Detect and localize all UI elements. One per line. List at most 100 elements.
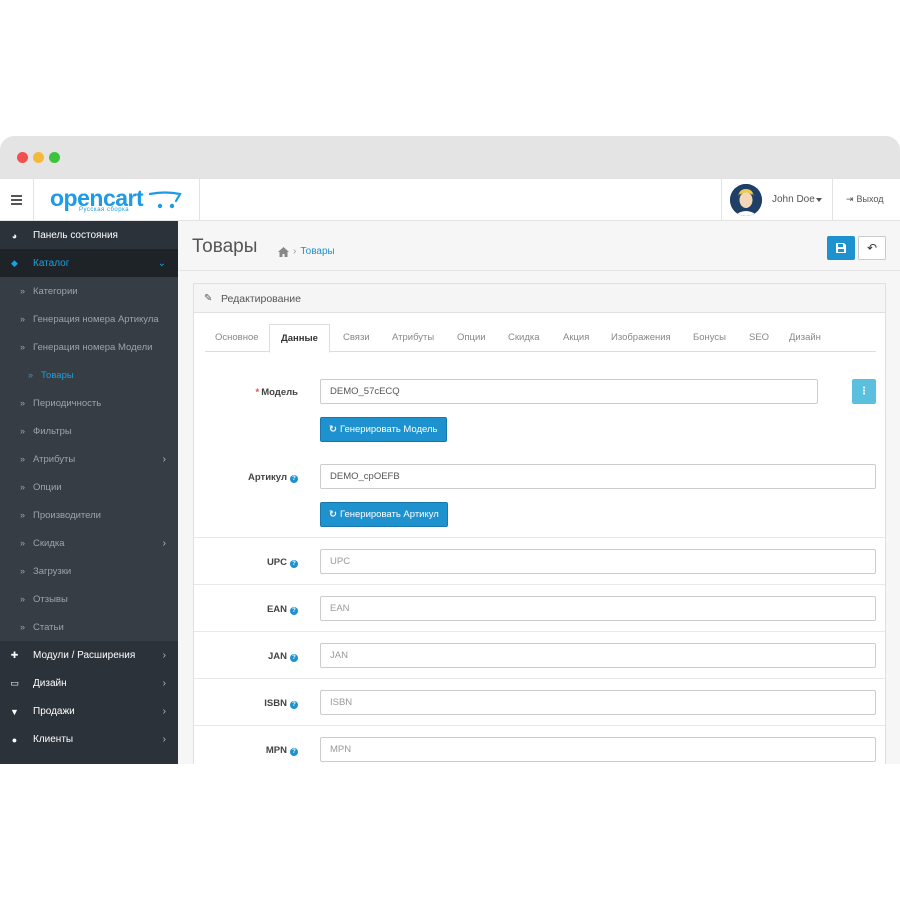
tab-general[interactable]: Основное	[215, 324, 259, 352]
tab-links[interactable]: Связи	[343, 324, 370, 352]
help-icon[interactable]: ?	[290, 701, 298, 709]
save-button[interactable]	[827, 236, 855, 260]
divider	[194, 631, 885, 632]
hamburger-icon	[11, 199, 22, 201]
sidebar-item-categories[interactable]: » Категории	[0, 277, 178, 305]
jan-input[interactable]: JAN	[320, 643, 876, 668]
close-window-button[interactable]	[17, 152, 28, 163]
minimize-window-button[interactable]	[33, 152, 44, 163]
tab-attributes[interactable]: Атрибуты	[392, 324, 434, 352]
sidebar-item-articles[interactable]: » Статьи	[0, 613, 178, 641]
generate-model-button[interactable]: ↻ Генерировать Модель	[320, 417, 447, 442]
model-label-text: Модель	[261, 387, 298, 398]
breadcrumb-separator: ›	[293, 246, 297, 257]
isbn-input[interactable]: ISBN	[320, 690, 876, 715]
user-name: John Doe	[772, 194, 815, 205]
user-icon: ●	[11, 734, 18, 745]
logo-subtitle: Русская сборка	[79, 207, 130, 213]
chevron-right-icon: »	[20, 398, 26, 408]
sidebar-item-design[interactable]: ▭ Дизайн ›	[0, 669, 178, 697]
chevron-down-icon: ⌄	[157, 258, 166, 269]
ean-input[interactable]: EAN	[320, 596, 876, 621]
sidebar-item-dashboard[interactable]: ◕ Панель состояния	[0, 221, 178, 249]
divider	[194, 584, 885, 585]
panel-title: Редактирование	[221, 293, 301, 305]
upc-input[interactable]: UPC	[320, 549, 876, 574]
page-header: Товары › Товары ↶	[178, 221, 900, 271]
info-button[interactable]: ⋮	[852, 379, 876, 404]
panel-heading: ✎ Редактирование	[194, 284, 885, 313]
sidebar-item-label: Модули / Расширения	[33, 649, 136, 661]
sku-input[interactable]: DEMO_cpOEFB	[320, 464, 876, 489]
sidebar-item-products[interactable]: » Товары	[0, 361, 178, 389]
tab-images[interactable]: Изображения	[611, 324, 671, 352]
user-menu[interactable]: John Doe	[721, 179, 833, 221]
page-title: Товары	[192, 236, 258, 257]
logo[interactable]: opencart Русская сборка	[34, 179, 200, 221]
sidebar-item-sku-generation[interactable]: » Генерация номера Артикула	[0, 305, 178, 333]
required-marker: *	[255, 387, 260, 398]
upc-label: UPC?	[267, 557, 298, 568]
tab-special[interactable]: Акция	[563, 324, 589, 352]
monitor-icon: ▭	[10, 678, 19, 688]
logout-link[interactable]: ⇥ Выход	[846, 194, 883, 205]
sidebar-item-extensions[interactable]: ✚ Модули / Расширения ›	[0, 641, 178, 669]
sidebar-item-recurring[interactable]: » Периодичность	[0, 389, 178, 417]
sidebar-item-label: Скидка	[33, 537, 65, 549]
sidebar-item-discount[interactable]: » Скидка ›	[0, 529, 178, 557]
sidebar-item-label: Отзывы	[33, 593, 68, 605]
caret-down-icon	[816, 198, 822, 202]
sidebar-item-manufacturers[interactable]: » Производители	[0, 501, 178, 529]
tab-reward[interactable]: Бонусы	[693, 324, 726, 352]
tab-seo[interactable]: SEO	[749, 324, 769, 352]
ean-label-text: EAN	[266, 604, 287, 615]
puzzle-icon: ✚	[10, 650, 19, 660]
isbn-label-text: ISBN	[264, 698, 287, 709]
breadcrumb-link[interactable]: Товары	[300, 246, 334, 257]
tab-options[interactable]: Опции	[457, 324, 486, 352]
info-icon: ⋮	[859, 386, 869, 397]
generate-sku-label: Генерировать Артикул	[339, 509, 439, 520]
sidebar-item-label: Каталог	[33, 257, 70, 269]
help-icon[interactable]: ?	[290, 607, 298, 615]
mpn-input[interactable]: MPN	[320, 737, 876, 762]
home-icon[interactable]	[278, 246, 289, 257]
chevron-right-icon: »	[20, 482, 26, 492]
sidebar-item-sales[interactable]: ▼ Продажи ›	[0, 697, 178, 725]
sidebar-item-options[interactable]: » Опции	[0, 473, 178, 501]
sidebar-item-customers[interactable]: ● Клиенты ›	[0, 725, 178, 753]
maximize-window-button[interactable]	[49, 152, 60, 163]
mpn-label: MPN?	[266, 745, 298, 756]
tab-discount[interactable]: Скидка	[508, 324, 540, 352]
help-icon[interactable]: ?	[290, 654, 298, 662]
help-icon[interactable]: ?	[290, 560, 298, 568]
isbn-label: ISBN?	[264, 698, 298, 709]
help-icon[interactable]: ?	[290, 748, 298, 756]
sidebar-item-label: Генерация номера Модели	[33, 341, 153, 353]
sidebar-item-label: Периодичность	[33, 397, 102, 409]
avatar	[730, 184, 762, 216]
menu-toggle-button[interactable]	[0, 179, 34, 221]
sidebar-item-downloads[interactable]: » Загрузки	[0, 557, 178, 585]
sidebar-item-reviews[interactable]: » Отзывы	[0, 585, 178, 613]
sidebar-item-attributes[interactable]: » Атрибуты ›	[0, 445, 178, 473]
sidebar-item-model-generation[interactable]: » Генерация номера Модели	[0, 333, 178, 361]
panel-body: Основное Данные Связи Атрибуты Опции Ски…	[194, 313, 885, 764]
back-button[interactable]: ↶	[858, 236, 886, 260]
chevron-right-icon: »	[20, 342, 26, 352]
sidebar-item-label: Панель состояния	[33, 229, 118, 241]
sidebar-item-label: Категории	[33, 285, 78, 297]
model-input[interactable]: DEMO_57cECQ	[320, 379, 818, 404]
chevron-right-icon: »	[20, 594, 26, 604]
sidebar-item-label: Дизайн	[33, 677, 67, 689]
browser-window: opencart Русская сборка John Doe ⇥ Выход…	[0, 136, 900, 764]
pencil-icon: ✎	[204, 293, 213, 304]
help-icon[interactable]: ?	[290, 475, 298, 483]
sidebar-item-filters[interactable]: » Фильтры	[0, 417, 178, 445]
generate-sku-button[interactable]: ↻ Генерировать Артикул	[320, 502, 448, 527]
sidebar-item-catalog[interactable]: ◆ Каталог ⌄	[0, 249, 178, 277]
jan-label: JAN?	[268, 651, 298, 662]
tab-design[interactable]: Дизайн	[789, 324, 821, 352]
mpn-label-text: MPN	[265, 745, 287, 756]
tab-data[interactable]: Данные	[269, 324, 330, 353]
